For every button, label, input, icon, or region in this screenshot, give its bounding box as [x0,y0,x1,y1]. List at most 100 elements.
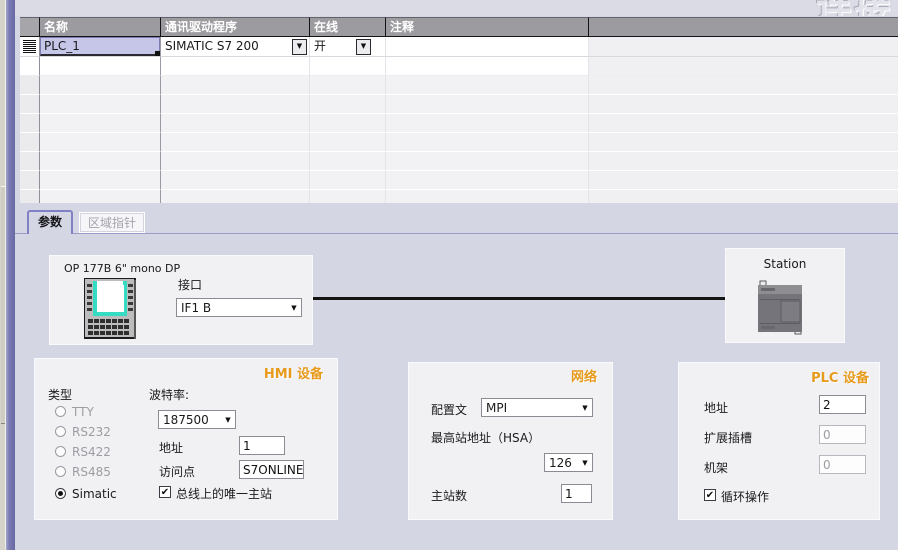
empty-cell[interactable] [386,171,589,190]
masters-field[interactable] [561,484,592,503]
empty-table-row[interactable] [20,114,898,133]
column-header-filler [589,17,898,37]
column-header-name[interactable]: 名称 [40,17,161,37]
row-selector-cell[interactable] [20,152,40,171]
tab-area-pointers[interactable]: 区域指针 [79,212,145,233]
chevron-down-icon: ▼ [221,416,235,424]
access-point-label: 访问点 [159,463,195,480]
interface-combobox[interactable]: IF1 B ▼ [176,298,302,317]
baudrate-combobox[interactable]: 187500 ▼ [158,410,236,429]
empty-cell[interactable] [310,152,386,171]
window-splitter[interactable] [6,0,15,550]
empty-cell[interactable] [161,152,310,171]
empty-cell[interactable] [161,133,310,152]
cell-fill-handle[interactable] [155,51,160,56]
only-master-checkbox[interactable]: ✔ [159,486,171,498]
table-corner-cell[interactable] [20,17,40,37]
row-selector-cell[interactable] [20,114,40,133]
empty-cell[interactable] [40,114,161,133]
editor-title: 连接 [816,0,892,16]
radio-rs422[interactable] [55,446,66,457]
empty-table-row[interactable] [20,171,898,190]
empty-cell[interactable] [161,171,310,190]
empty-cell[interactable] [310,95,386,114]
empty-cell[interactable] [386,190,589,203]
empty-cell[interactable] [310,114,386,133]
expansion-slot-field [819,425,866,444]
empty-table-row[interactable] [20,133,898,152]
empty-cell[interactable] [310,57,386,76]
name-cell[interactable]: PLC_1 [40,37,161,57]
empty-cell[interactable] [161,114,310,133]
row-selector-cell[interactable] [20,37,40,57]
filler-cell [589,190,898,203]
radio-rs422-label: RS422 [72,445,111,459]
empty-cell[interactable] [310,190,386,203]
column-header-online[interactable]: 在线 [310,17,386,37]
only-master-label: 总线上的唯一主站 [176,485,272,502]
row-selector-cell[interactable] [20,171,40,190]
row-selector-cell[interactable] [20,190,40,203]
connections-table: 名称 通讯驱动程序 在线 注释 PLC_1 SIMATIC S7 200 ▼ 开… [20,17,898,203]
empty-cell[interactable] [386,76,589,95]
online-dropdown-button[interactable]: ▼ [356,39,371,55]
empty-cell[interactable] [386,114,589,133]
empty-cell[interactable] [386,133,589,152]
rack-field [819,455,866,474]
empty-cell[interactable] [161,190,310,203]
empty-cell[interactable] [161,95,310,114]
profile-combobox[interactable]: MPI ▼ [481,398,593,417]
empty-table-row[interactable] [20,57,898,76]
empty-cell[interactable] [161,76,310,95]
plc-address-field[interactable] [819,395,866,414]
empty-cell[interactable] [40,95,161,114]
radio-rs232[interactable] [55,426,66,437]
radio-simatic[interactable] [55,488,66,499]
row-selector-cell[interactable] [20,76,40,95]
tab-parameters[interactable]: 参数 [27,210,73,234]
radio-rs232-label: RS232 [72,425,111,439]
comment-cell[interactable] [386,37,589,57]
row-selector-cell[interactable] [20,133,40,152]
access-point-field[interactable] [239,460,304,479]
empty-cell[interactable] [310,171,386,190]
empty-cell[interactable] [310,133,386,152]
driver-dropdown-button[interactable]: ▼ [292,39,307,55]
chevron-down-icon: ▼ [578,459,592,467]
hmi-address-label: 地址 [159,439,183,456]
empty-cell[interactable] [40,57,161,76]
empty-table-row[interactable] [20,190,898,203]
empty-cell[interactable] [386,57,589,76]
hmi-address-field[interactable] [239,436,285,455]
column-header-comment[interactable]: 注释 [386,17,589,37]
column-header-driver[interactable]: 通讯驱动程序 [161,17,310,37]
empty-table-row[interactable] [20,95,898,114]
plc-parameters-panel: PLC 设备 地址 扩展插槽 机架 ✔ 循环操作 [678,362,880,520]
empty-cell[interactable] [386,95,589,114]
online-cell[interactable]: 开 ▼ [310,37,386,57]
hmi-panel-title: HMI 设备 [264,363,323,382]
empty-cell[interactable] [40,152,161,171]
empty-cell[interactable] [40,76,161,95]
radio-rs485[interactable] [55,466,66,477]
empty-cell[interactable] [310,76,386,95]
empty-cell[interactable] [161,57,310,76]
hsa-combobox[interactable]: 126 ▼ [544,453,593,472]
empty-cell[interactable] [40,171,161,190]
selected-cell[interactable]: PLC_1 [40,37,160,56]
empty-table-row[interactable] [20,76,898,95]
cyclic-operation-checkbox[interactable]: ✔ [704,489,716,501]
empty-table-row[interactable] [20,152,898,171]
empty-cell[interactable] [386,152,589,171]
rack-label: 机架 [704,459,728,476]
empty-cell[interactable] [40,190,161,203]
background-scrollbar-thumb [1,186,5,424]
empty-cell[interactable] [40,133,161,152]
row-selector-cell[interactable] [20,95,40,114]
row-selector-cell[interactable] [20,57,40,76]
tab-strip-underline [15,233,898,234]
filler-cell [589,95,898,114]
radio-tty[interactable] [55,406,66,417]
profile-value: MPI [482,401,578,415]
driver-cell[interactable]: SIMATIC S7 200 ▼ [161,37,310,57]
